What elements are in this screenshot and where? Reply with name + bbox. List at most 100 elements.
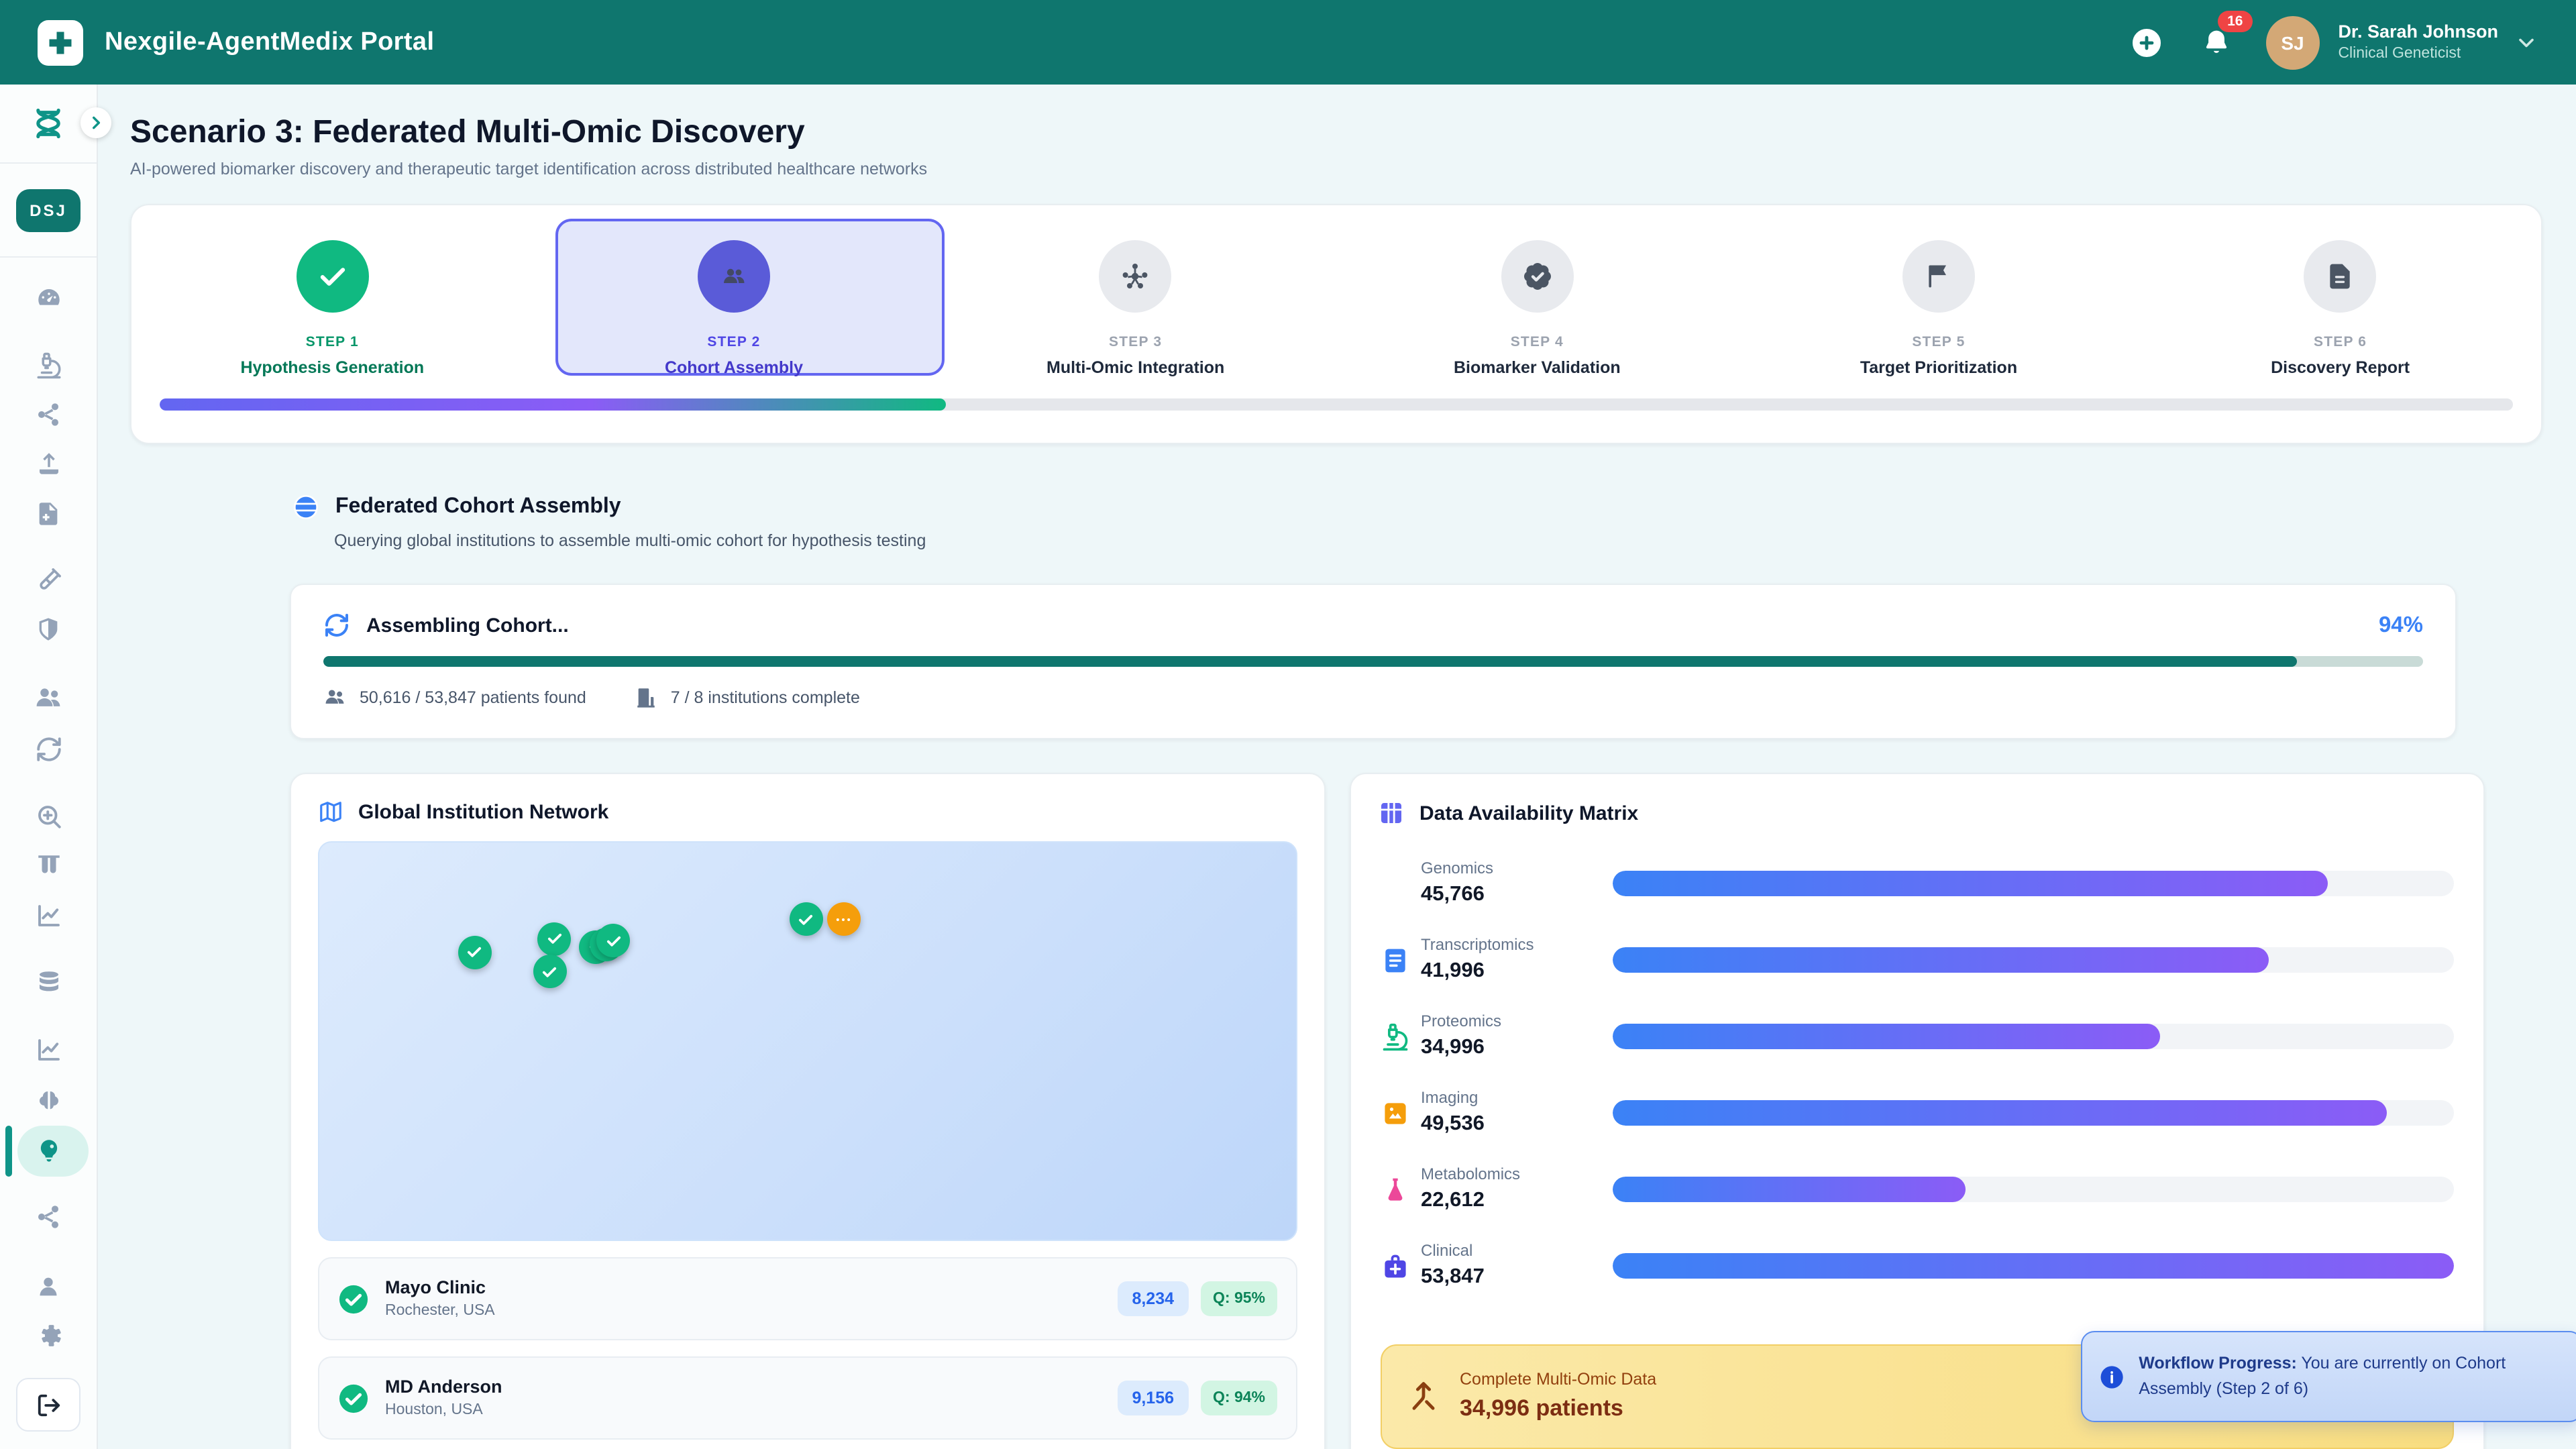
- user-name: Dr. Sarah Johnson: [2338, 21, 2498, 44]
- matrix-row-clinical: Clinical 53,847: [1381, 1228, 2454, 1304]
- matrix-row-genomics: Genomics 45,766: [1381, 845, 2454, 922]
- sidebar: DSJ: [0, 85, 98, 1449]
- sidebar-item-network[interactable]: [0, 390, 97, 439]
- hub-network-icon: [1120, 260, 1152, 292]
- matrix-bar: [1613, 947, 2269, 973]
- dna-icon: [31, 106, 66, 141]
- sidebar-item-trends[interactable]: [0, 1025, 97, 1073]
- patients-found-stat: 50,616 / 53,847 patients found: [360, 688, 586, 706]
- gear-icon: [34, 1321, 62, 1349]
- sidebar-item-pipeline[interactable]: [0, 1193, 97, 1241]
- matrix-bar: [1613, 1024, 2159, 1049]
- file-plus-icon: [35, 500, 62, 527]
- matrix-row-transcriptomics: Transcriptomics 41,996: [1381, 922, 2454, 998]
- section-title: Federated Cohort Assembly: [335, 495, 621, 519]
- sidebar-collapse-button[interactable]: [80, 107, 111, 138]
- assembly-status-label: Assembling Cohort...: [366, 614, 569, 637]
- step-1-hypothesis-generation[interactable]: STEP 1 Hypothesis Generation: [131, 224, 533, 377]
- file-text-icon: [2326, 262, 2355, 291]
- workflow-progress-fill: [160, 398, 946, 411]
- step-label: STEP 3: [1109, 334, 1162, 350]
- sidebar-item-brain[interactable]: [0, 1076, 97, 1124]
- logout-button[interactable]: [16, 1378, 80, 1432]
- institution-network-panel: Global Institution Network Mayo Clinic R…: [290, 773, 1326, 1449]
- page-subtitle: AI-powered biomarker discovery and thera…: [130, 160, 927, 178]
- step-label: STEP 5: [1912, 334, 1965, 350]
- sidebar-item-dashboard[interactable]: [0, 274, 97, 322]
- sidebar-item-test-tube[interactable]: [0, 555, 97, 604]
- user-initials-badge[interactable]: DSJ: [16, 189, 80, 231]
- sidebar-item-shield[interactable]: [0, 605, 97, 653]
- institution-row-mayo-clinic[interactable]: Mayo Clinic Rochester, USA 8,234 Q: 95%: [318, 1257, 1297, 1340]
- step-6-discovery-report[interactable]: STEP 6 Discovery Report: [2139, 224, 2541, 377]
- add-button[interactable]: [2126, 22, 2166, 62]
- user-icon: [35, 1273, 62, 1300]
- assembly-status-card: Assembling Cohort... 94% 50,616 / 53,847…: [290, 584, 2457, 739]
- sidebar-item-profile[interactable]: [0, 1263, 97, 1311]
- matrix-value: 22,612: [1421, 1189, 1613, 1214]
- users-icon: [718, 260, 750, 292]
- sync-icon: [323, 612, 350, 639]
- flag-icon: [1924, 262, 1953, 291]
- sidebar-item-file-plus[interactable]: [0, 490, 97, 538]
- quality-badge: Q: 94%: [1201, 1381, 1277, 1415]
- sidebar-item-samples[interactable]: [0, 841, 97, 890]
- test-tube-icon: [28, 559, 68, 599]
- matrix-row-imaging: Imaging 49,536: [1381, 1075, 2454, 1151]
- sidebar-item-microscope[interactable]: [0, 341, 97, 389]
- sidebar-item-insights-active[interactable]: [0, 1126, 97, 1174]
- quality-badge: Q: 95%: [1201, 1281, 1277, 1316]
- step-2-cohort-assembly[interactable]: STEP 2 Cohort Assembly: [533, 224, 935, 377]
- matrix-bar: [1613, 1100, 2387, 1126]
- map-marker-pending[interactable]: [827, 902, 861, 936]
- sidebar-item-analytics[interactable]: [0, 891, 97, 939]
- step-2-circle: [698, 240, 770, 313]
- check-icon: [315, 259, 350, 294]
- step-name: Hypothesis Generation: [240, 358, 424, 377]
- share-network-icon: [35, 401, 62, 428]
- step-3-multi-omic-integration[interactable]: STEP 3 Multi-Omic Integration: [934, 224, 1336, 377]
- map-marker-complete[interactable]: [538, 922, 572, 956]
- check-circle-icon: [338, 1383, 369, 1413]
- map-panel-title: Global Institution Network: [358, 801, 608, 824]
- map-marker-complete[interactable]: [596, 924, 630, 957]
- grid-table-icon: [1378, 800, 1405, 826]
- matrix-label: Transcriptomics: [1421, 935, 1613, 955]
- institution-map[interactable]: [318, 841, 1297, 1241]
- sidebar-item-sync[interactable]: [0, 724, 97, 773]
- map-marker-complete[interactable]: [533, 955, 567, 988]
- notifications-bell-icon[interactable]: 16: [2196, 22, 2236, 62]
- merge-icon: [1406, 1379, 1441, 1414]
- sidebar-item-settings[interactable]: [0, 1311, 97, 1359]
- sidebar-item-patients[interactable]: [0, 674, 97, 722]
- flask-icon: [1381, 1175, 1410, 1204]
- step-label: STEP 1: [306, 334, 359, 350]
- main-content: Scenario 3: Federated Multi-Omic Discove…: [97, 85, 2576, 1449]
- step-name: Biomarker Validation: [1454, 358, 1621, 377]
- image-icon: [1381, 1098, 1410, 1128]
- matrix-row-metabolomics: Metabolomics 22,612: [1381, 1151, 2454, 1228]
- matrix-label: Imaging: [1421, 1088, 1613, 1108]
- map-marker-complete[interactable]: [458, 935, 492, 969]
- notification-count-badge: 16: [2218, 10, 2252, 32]
- sidebar-item-database[interactable]: [0, 958, 97, 1006]
- map-marker-complete[interactable]: [789, 902, 822, 936]
- institution-row-md-anderson[interactable]: MD Anderson Houston, USA 9,156 Q: 94%: [318, 1356, 1297, 1440]
- matrix-label: Metabolomics: [1421, 1165, 1613, 1184]
- lightbulb-icon: [34, 1136, 62, 1164]
- toast-title: Workflow Progress:: [2139, 1353, 2297, 1372]
- globe-icon: [292, 494, 319, 521]
- step-4-biomarker-validation[interactable]: STEP 4 Biomarker Validation: [1336, 224, 1738, 377]
- microscope-icon: [34, 351, 62, 379]
- users-icon: [34, 683, 63, 712]
- matrix-bar: [1613, 1177, 1966, 1202]
- sidebar-item-search[interactable]: [0, 792, 97, 840]
- info-icon: [2100, 1361, 2124, 1392]
- step-5-target-prioritization[interactable]: STEP 5 Target Prioritization: [1738, 224, 2140, 377]
- refresh-icon: [34, 735, 62, 763]
- sidebar-item-upload[interactable]: [0, 439, 97, 487]
- shield-icon: [35, 616, 62, 643]
- step-label: STEP 4: [1511, 334, 1564, 350]
- user-menu[interactable]: SJ Dr. Sarah Johnson Clinical Geneticist: [2265, 15, 2538, 69]
- logout-icon: [36, 1392, 61, 1417]
